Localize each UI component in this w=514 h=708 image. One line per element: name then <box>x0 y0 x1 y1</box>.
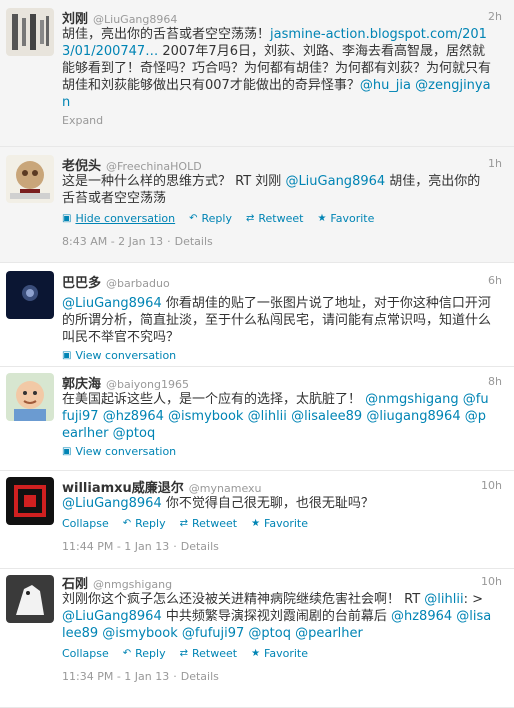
tweet-item[interactable]: 老倪头 @FreechinaHOLD 1h 这是一种什么样的思维方式？ RT 刘… <box>0 147 514 263</box>
avatar[interactable] <box>6 373 54 421</box>
tweet-time[interactable]: 2h <box>488 10 502 23</box>
mention-link[interactable]: @hz8964 <box>391 609 452 624</box>
collapse-button[interactable]: Collapse <box>62 647 109 660</box>
star-icon: ★ <box>251 647 261 659</box>
mention-link[interactable]: @LiuGang8964 <box>62 496 162 511</box>
mention-link[interactable]: @lihlii <box>248 409 287 424</box>
tweet-meta: 11:44 PM - 1 Jan 13 · Details <box>62 540 219 553</box>
mention-link[interactable]: @hu_jia <box>360 78 411 93</box>
tweet-item[interactable]: 郭庆海 @baiyong1965 8h 在美国起诉这些人，是一个应有的选择，太肮… <box>0 367 514 471</box>
tweet-time[interactable]: 1h <box>488 157 502 170</box>
reply-icon: ↶ <box>122 517 132 529</box>
author-name[interactable]: 石刚 <box>62 573 88 592</box>
tweet-timestamp[interactable]: 11:44 PM - 1 Jan 13 <box>62 540 169 553</box>
retweet-icon: ⇄ <box>179 647 188 659</box>
tweet-text: @LiuGang8964 你不觉得自己很无聊，也很无耻吗？ <box>62 496 374 511</box>
avatar[interactable] <box>6 477 54 525</box>
mention-link[interactable]: @liugang8964 <box>366 409 460 424</box>
favorite-button[interactable]: ★ Favorite <box>251 517 308 530</box>
mention-link[interactable]: @ismybook <box>168 409 243 424</box>
star-icon: ★ <box>317 212 327 224</box>
favorite-button[interactable]: ★ Favorite <box>251 647 308 660</box>
author-name[interactable]: 巴巴多 <box>62 272 101 291</box>
tweet-actions: ▣ Hide conversation ↶ Reply ⇄ Retweet ★ … <box>62 210 504 226</box>
retweet-icon: ⇄ <box>245 212 255 224</box>
reply-icon: ↶ <box>189 212 198 224</box>
tweet-item[interactable]: williamxu威廉退尔 @mynamexu 10h @LiuGang8964… <box>0 471 514 569</box>
retweet-icon: ⇄ <box>179 517 188 529</box>
mention-link[interactable]: @pearlher <box>295 626 363 641</box>
author-handle[interactable]: @barbaduo <box>106 277 170 290</box>
expand-link[interactable]: Expand <box>62 114 504 127</box>
collapse-button[interactable]: Collapse <box>62 517 109 530</box>
tweet-time[interactable]: 8h <box>488 375 502 388</box>
reply-button[interactable]: ↶ Reply <box>123 647 166 660</box>
author-handle[interactable]: @FreechinaHOLD <box>106 160 202 173</box>
tweet-meta: 8:43 AM - 2 Jan 13 · Details <box>62 235 213 248</box>
mention-link[interactable]: @nmgshigang <box>365 392 459 407</box>
author-handle[interactable]: @baiyong1965 <box>106 378 189 391</box>
mention-link[interactable]: @fufuji97 <box>182 626 244 641</box>
view-conversation-link[interactable]: ▣ View conversation <box>62 349 176 362</box>
star-icon: ★ <box>251 517 261 529</box>
tweet-text: 胡佳，亮出你的舌苔或者空空荡荡！jasmine-action.blogspot.… <box>62 27 492 110</box>
mention-link[interactable]: @LiuGang8964 <box>62 296 162 311</box>
tweet-item[interactable]: 巴巴多 @barbaduo 6h @LiuGang8964 你看胡佳的贴了一张图… <box>0 263 514 367</box>
favorite-button[interactable]: ★ Favorite <box>317 212 374 225</box>
view-conversation-link[interactable]: ▣ View conversation <box>62 445 176 458</box>
tweet-time[interactable]: 10h <box>481 479 502 492</box>
conversation-icon: ▣ <box>62 446 72 457</box>
mention-link[interactable]: @hz8964 <box>103 409 164 424</box>
mention-link[interactable]: @ptoq <box>113 426 156 441</box>
mention-link[interactable]: @ismybook <box>102 626 177 641</box>
conversation-icon: ▣ <box>62 350 72 361</box>
mention-link[interactable]: @LiuGang8964 <box>285 174 385 189</box>
retweet-button[interactable]: ⇄ Retweet <box>180 647 237 660</box>
tweet-text: 刘刚你这个疯子怎么还没被关进精神病院继续危害社会啊！ RT @lihlii: >… <box>62 592 492 641</box>
avatar[interactable] <box>6 575 54 623</box>
retweet-button[interactable]: ⇄ Retweet <box>246 212 303 225</box>
tweet-text: 在美国起诉这些人，是一个应有的选择，太肮脏了！ @nmgshigang @fuf… <box>62 392 489 441</box>
author-handle[interactable]: @mynamexu <box>189 482 262 495</box>
author-handle[interactable]: @LiuGang8964 <box>93 13 177 26</box>
tweet-time[interactable]: 10h <box>481 575 502 588</box>
mention-link[interactable]: @lisalee89 <box>291 409 362 424</box>
author-name[interactable]: 老倪头 <box>62 155 101 174</box>
mention-link[interactable]: @LiuGang8964 <box>62 609 162 624</box>
avatar[interactable] <box>6 155 54 203</box>
tweet-item[interactable]: 石刚 @nmgshigang 10h 刘刚你这个疯子怎么还没被关进精神病院继续危… <box>0 569 514 708</box>
reply-button[interactable]: ↶ Reply <box>189 212 232 225</box>
retweet-button[interactable]: ⇄ Retweet <box>180 517 237 530</box>
details-link[interactable]: Details <box>181 540 219 553</box>
details-link[interactable]: Details <box>181 670 219 683</box>
hide-conversation-button[interactable]: ▣ Hide conversation <box>62 212 175 225</box>
reply-button[interactable]: ↶ Reply <box>123 517 166 530</box>
tweet-item[interactable]: 刘刚 @LiuGang8964 2h 胡佳，亮出你的舌苔或者空空荡荡！jasmi… <box>0 0 514 147</box>
author-name[interactable]: williamxu威廉退尔 <box>62 477 184 496</box>
author-name[interactable]: 郭庆海 <box>62 373 101 392</box>
tweet-actions: Collapse ↶ Reply ⇄ Retweet ★ Favorite <box>62 645 504 661</box>
tweet-actions: Collapse ↶ Reply ⇄ Retweet ★ Favorite <box>62 515 504 531</box>
mention-link[interactable]: @lihlii <box>424 592 463 607</box>
author-handle[interactable]: @nmgshigang <box>93 578 172 591</box>
conversation-icon: ▣ <box>62 212 72 224</box>
tweet-text: @LiuGang8964 你看胡佳的贴了一张图片说了地址，对于你这种信口开河的所… <box>62 296 492 345</box>
mention-link[interactable]: @ptoq <box>248 626 291 641</box>
tweet-timestamp[interactable]: 8:43 AM - 2 Jan 13 <box>62 235 163 248</box>
avatar[interactable] <box>6 271 54 319</box>
avatar[interactable] <box>6 8 54 56</box>
tweet-text: 这是一种什么样的思维方式？ RT 刘刚 @LiuGang8964 胡佳，亮出你的… <box>62 174 481 206</box>
details-link[interactable]: Details <box>175 235 213 248</box>
author-name[interactable]: 刘刚 <box>62 8 88 27</box>
tweet-meta: 11:34 PM - 1 Jan 13 · Details <box>62 670 219 683</box>
tweet-timestamp[interactable]: 11:34 PM - 1 Jan 13 <box>62 670 169 683</box>
reply-icon: ↶ <box>122 647 132 659</box>
tweet-time[interactable]: 6h <box>488 274 502 287</box>
